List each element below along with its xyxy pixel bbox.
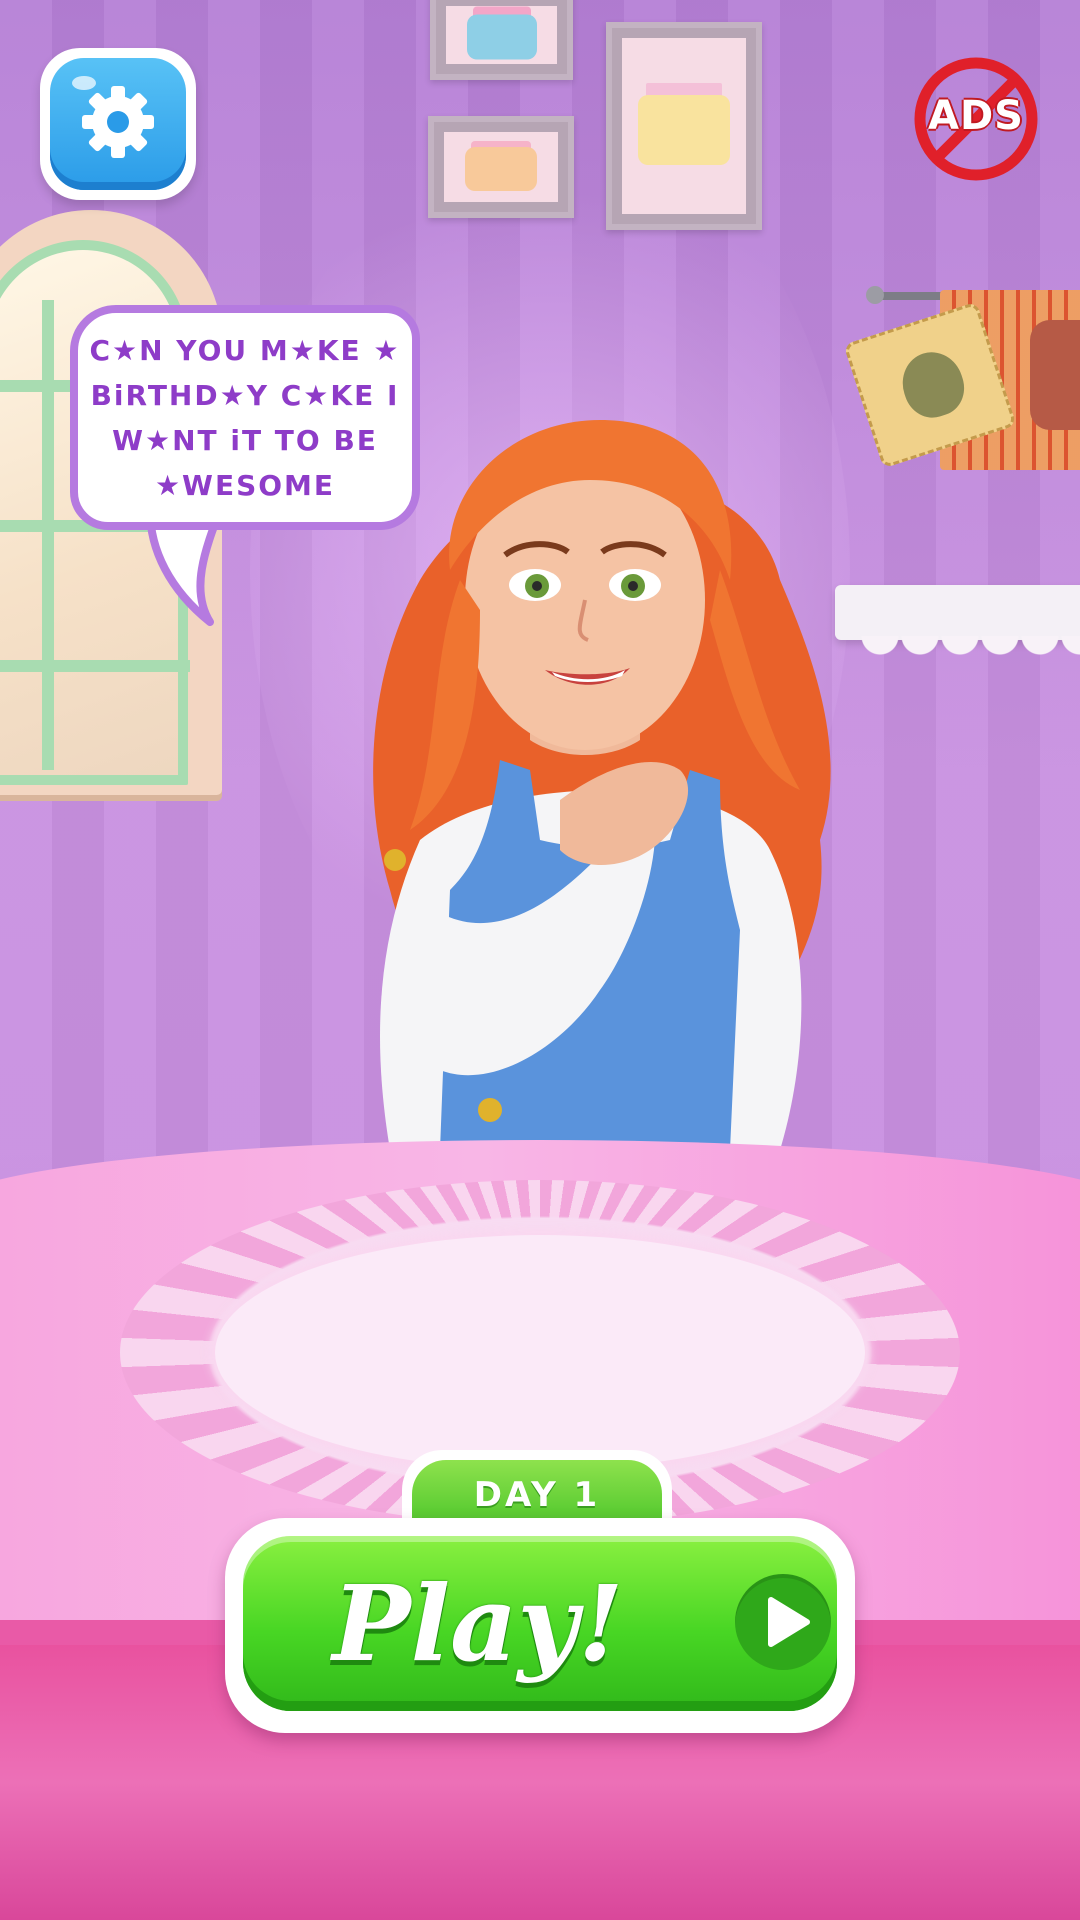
- ads-label: ADS: [928, 93, 1024, 139]
- play-triangle-icon: [735, 1574, 831, 1670]
- apple-icon: [894, 344, 972, 425]
- speech-text: C★N YOU M★KE ★ BiRTHD★Y C★KE I W★NT iT T…: [89, 333, 401, 502]
- speech-bubble: C★N YOU M★KE ★ BiRTHD★Y C★KE I W★NT iT T…: [70, 305, 430, 626]
- day-label: DAY 1: [473, 1475, 601, 1515]
- play-button-label: Play!: [332, 1562, 624, 1685]
- settings-button[interactable]: [40, 48, 196, 200]
- oven-mitt: [1030, 320, 1080, 430]
- play-button[interactable]: Play!: [225, 1518, 855, 1733]
- shelf-lace: [860, 636, 1080, 674]
- day-tab: DAY 1: [402, 1450, 672, 1530]
- unicorn-cake-picture: [606, 22, 762, 230]
- cake-icon: [465, 146, 537, 191]
- game-scene: ADS C★N YOU M★KE ★ BiRTHD★Y C★KE I W★NT …: [0, 0, 1080, 1920]
- remove-ads-button[interactable]: ADS: [912, 55, 1040, 183]
- cake-icon: [466, 14, 537, 60]
- cake-picture-small-bottom: [428, 116, 574, 218]
- gear-icon: [82, 86, 154, 158]
- cake-icon: [638, 94, 730, 165]
- rod-knob: [866, 286, 884, 304]
- cake-picture-small-top: [430, 0, 573, 80]
